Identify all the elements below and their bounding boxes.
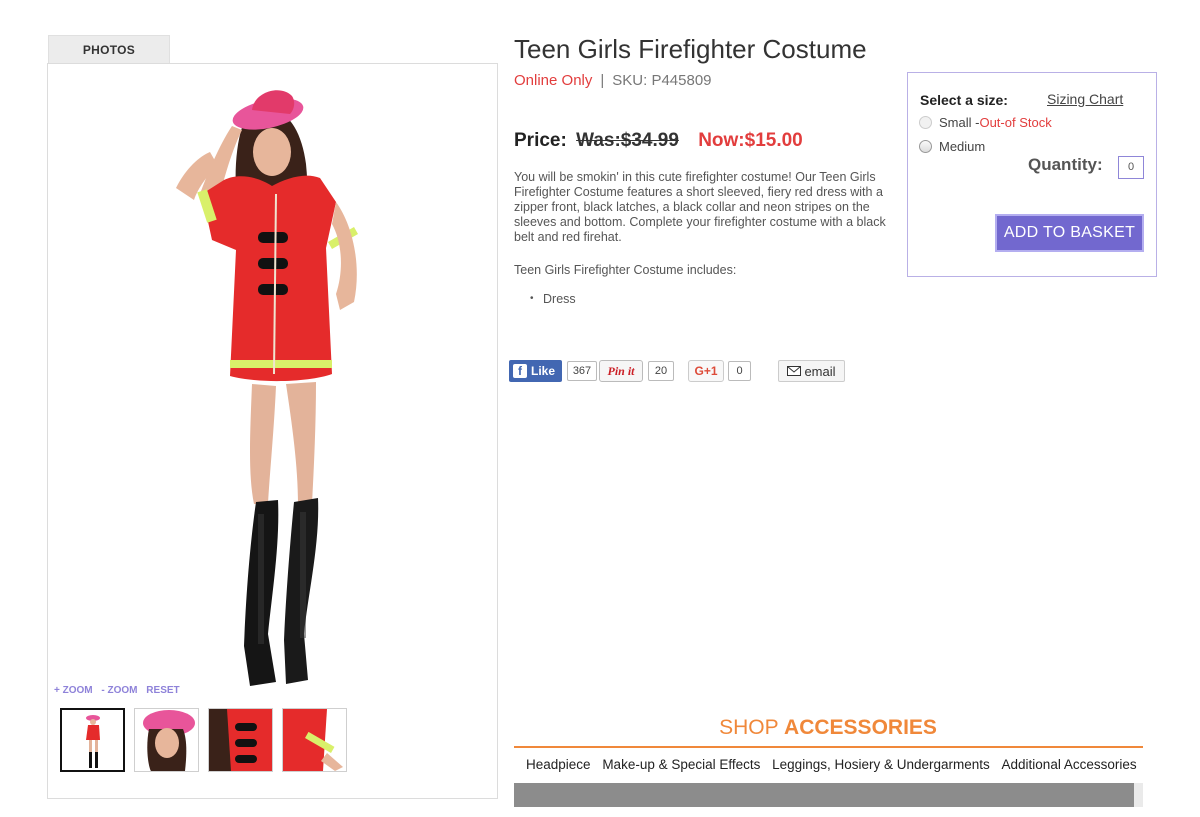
purchase-panel: Select a size: Sizing Chart Small - Out-o… <box>907 72 1157 277</box>
shop-heading-bold: ACCESSORIES <box>784 716 937 739</box>
facebook-like-count: 367 <box>567 361 597 381</box>
tab-additional-accessories[interactable]: Additional Accessories <box>1002 757 1137 772</box>
quantity-label: Quantity: <box>1028 155 1103 174</box>
zoom-reset-button[interactable]: RESET <box>146 685 179 696</box>
product-description: You will be smokin' in this cute firefig… <box>514 170 886 244</box>
envelope-icon <box>787 366 802 376</box>
size-name-small: Small - <box>939 115 980 130</box>
email-share-button[interactable]: email <box>778 360 845 382</box>
sku-label: SKU: P445809 <box>612 72 712 89</box>
size-radio-small[interactable] <box>919 116 932 129</box>
thumbnail-face[interactable] <box>134 708 199 772</box>
size-option-small[interactable]: Small - Out-of Stock <box>919 115 1052 130</box>
email-label: email <box>804 363 836 379</box>
now-price: Now:$15.00 <box>698 130 803 151</box>
zoom-out-button[interactable]: - ZOOM <box>101 685 137 696</box>
google-plus-count: 0 <box>728 361 751 381</box>
pinterest-label: Pin it <box>607 363 635 378</box>
pinterest-count: 20 <box>648 361 674 381</box>
size-label: Select a size: <box>920 92 1008 108</box>
product-subline: Online Only | SKU: P445809 <box>514 72 712 89</box>
thumbnail-sleeve[interactable] <box>282 708 347 772</box>
list-item: Dress <box>530 292 576 306</box>
size-radio-medium[interactable] <box>919 140 932 153</box>
out-of-stock-label: Out-of Stock <box>979 115 1052 130</box>
includes-list: Dress <box>530 292 576 306</box>
tab-leggings-hosiery[interactable]: Leggings, Hosiery & Undergarments <box>772 757 990 772</box>
accessories-carousel <box>514 783 1134 807</box>
facebook-like-label: Like <box>531 364 556 378</box>
size-option-medium[interactable]: Medium <box>919 139 985 154</box>
product-main-photo[interactable] <box>140 74 410 692</box>
shop-divider <box>514 746 1143 748</box>
price-row: Price: Was:$34.99 Now:$15.00 <box>514 130 803 152</box>
product-title: Teen Girls Firefighter Costume <box>514 34 867 64</box>
shop-heading-light: SHOP <box>719 716 785 739</box>
add-to-basket-button[interactable]: ADD TO BASKET <box>995 214 1144 252</box>
pinterest-pin-button[interactable]: Pin it <box>599 360 643 382</box>
quantity-input[interactable]: 0 <box>1118 156 1144 179</box>
includes-label: Teen Girls Firefighter Costume includes: <box>514 263 737 277</box>
separator: | <box>600 72 605 89</box>
accessories-tabs: Headpiece Make-up & Special Effects Legg… <box>514 757 1143 779</box>
zoom-in-button[interactable]: + ZOOM <box>54 685 93 696</box>
was-price: Was:$34.99 <box>576 130 679 151</box>
sizing-chart-link[interactable]: Sizing Chart <box>1047 91 1123 107</box>
facebook-icon: f <box>513 364 527 378</box>
availability-label: Online Only <box>514 72 593 89</box>
thumbnail-latches[interactable] <box>208 708 273 772</box>
google-plus-label: G+1 <box>694 364 718 378</box>
photo-panel: + ZOOM - ZOOM RESET <box>47 63 498 799</box>
price-label: Price: <box>514 130 567 151</box>
tab-makeup-special-effects[interactable]: Make-up & Special Effects <box>602 757 760 772</box>
thumbnail-full-body[interactable] <box>60 708 125 772</box>
carousel-scroll-edge <box>1134 783 1143 807</box>
facebook-like-button[interactable]: f Like <box>509 360 562 382</box>
tab-headpiece[interactable]: Headpiece <box>526 757 591 772</box>
google-plus-button[interactable]: G+1 <box>688 360 724 382</box>
shop-accessories-heading: SHOP ACCESSORIES <box>514 716 1142 740</box>
photos-tab[interactable]: PHOTOS <box>48 35 170 63</box>
zoom-controls: + ZOOM - ZOOM RESET <box>54 685 186 696</box>
size-name-medium: Medium <box>939 139 986 154</box>
